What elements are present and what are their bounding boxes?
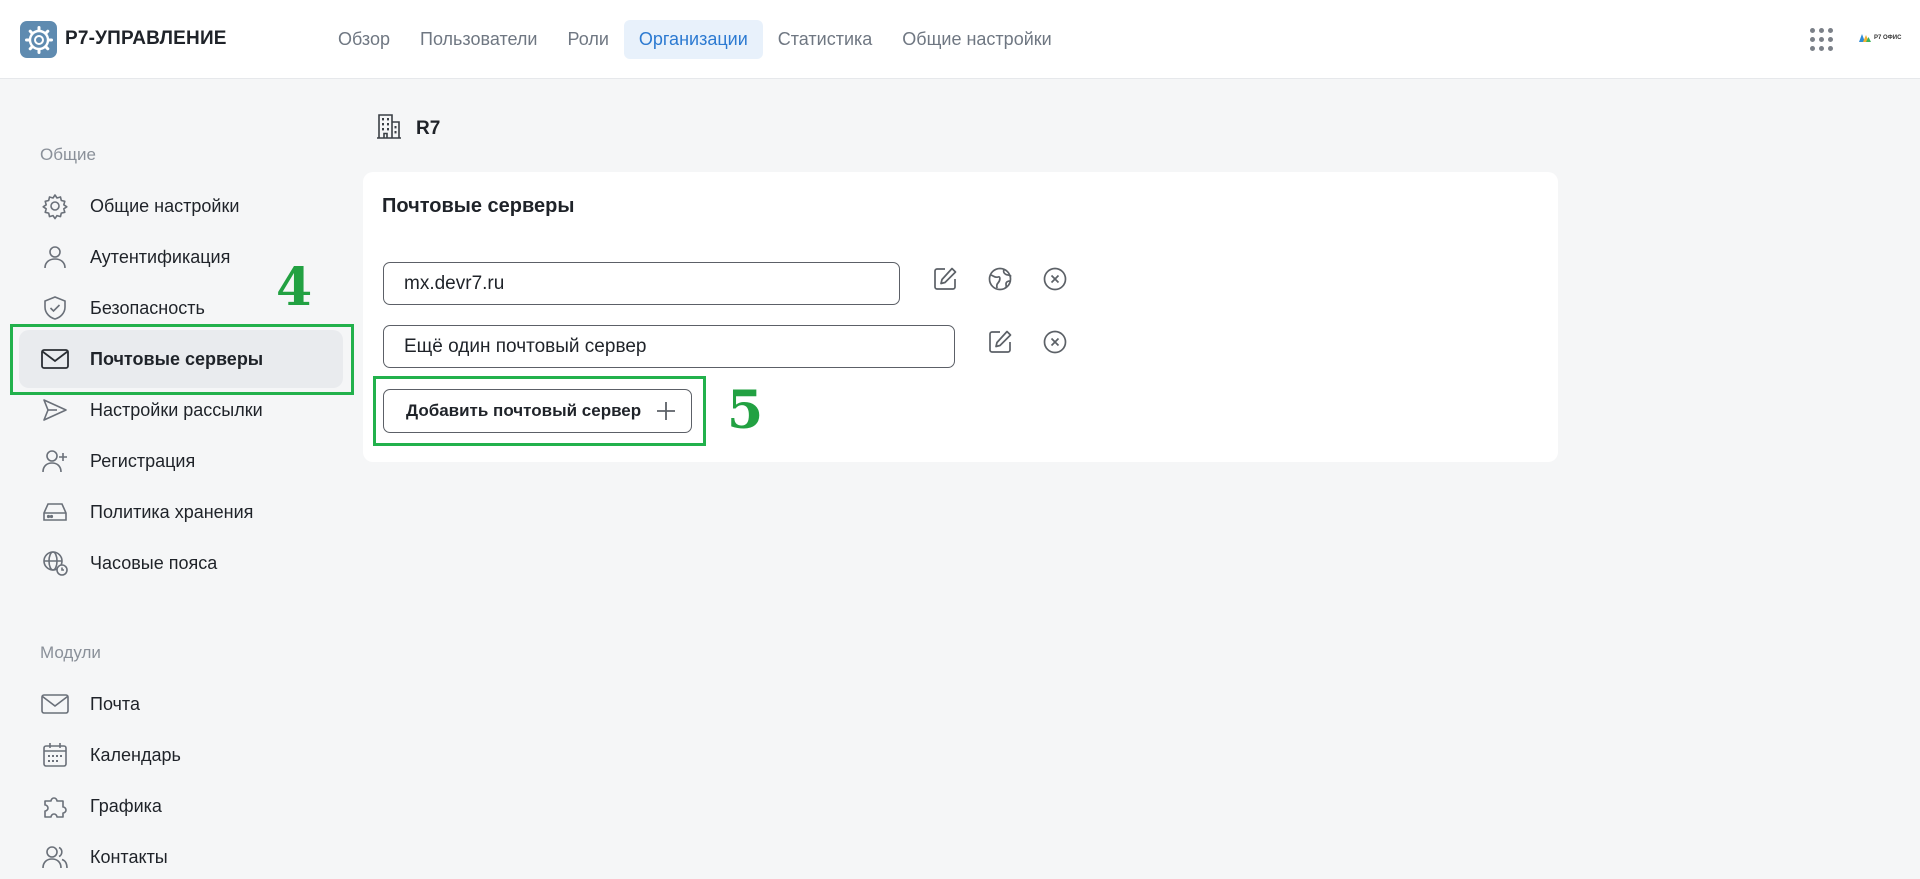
sidebar-item-graphics[interactable]: Графика <box>19 777 343 835</box>
edit-server-button[interactable] <box>930 264 960 294</box>
contacts-icon <box>40 842 70 872</box>
sidebar-item-label: Безопасность <box>90 297 205 318</box>
storage-icon <box>40 497 70 527</box>
sidebar-item-calendar[interactable]: Календарь <box>19 726 343 784</box>
annotation-marker-5: 5 <box>727 380 764 441</box>
card-title: Почтовые серверы <box>382 195 575 217</box>
shield-icon <box>40 293 70 323</box>
building-icon <box>376 112 402 145</box>
sidebar-item-label: Почта <box>90 693 140 714</box>
sidebar-item-label: Графика <box>90 795 162 816</box>
sidebar-item-label: Календарь <box>90 744 181 765</box>
globe-clock-icon <box>40 548 70 578</box>
sidebar-item-mail[interactable]: Почта <box>19 675 343 733</box>
sidebar-item-label: Аутентификация <box>90 246 231 267</box>
vendor-logo-text: Р7 ОФИС <box>1874 35 1902 41</box>
sidebar-item-general-settings[interactable]: Общие настройки <box>19 177 343 235</box>
mail-server-field-1[interactable]: mx.devr7.ru <box>383 262 900 305</box>
sidebar-item-registration[interactable]: Регистрация <box>19 432 343 490</box>
annotation-marker-4: 4 <box>276 257 313 318</box>
top-header: Р7-УПРАВЛЕНИЕ Обзор Пользователи Роли Ор… <box>0 0 1920 79</box>
annotation-box-5 <box>373 376 706 446</box>
server-status-button[interactable] <box>985 264 1015 294</box>
remove-server-button[interactable] <box>1040 264 1070 294</box>
close-circle-icon <box>1043 330 1067 354</box>
sidebar-item-label: Контакты <box>90 846 168 867</box>
vendor-logo-icon <box>1859 34 1871 42</box>
sidebar-item-label: Регистрация <box>90 450 196 471</box>
nav-overview[interactable]: Обзор <box>323 20 405 59</box>
top-nav: Обзор Пользователи Роли Организации Стат… <box>323 20 1067 59</box>
sidebar-item-storage-policy[interactable]: Политика хранения <box>19 483 343 541</box>
sidebar-item-timezones[interactable]: Часовые пояса <box>19 534 343 592</box>
nav-roles[interactable]: Роли <box>552 20 623 59</box>
nav-organizations[interactable]: Организации <box>623 20 763 59</box>
sidebar-item-label: Общие настройки <box>90 195 240 216</box>
envelope-icon <box>40 689 70 719</box>
gear-icon <box>40 191 70 221</box>
mail-server-field-2[interactable]: Ещё один почтовый сервер <box>383 325 955 368</box>
app-logo-icon[interactable] <box>20 21 57 58</box>
sidebar-item-label: Политика хранения <box>90 501 254 522</box>
annotation-box-4 <box>10 324 354 395</box>
calendar-icon <box>40 740 70 770</box>
puzzle-icon <box>40 791 70 821</box>
nav-statistics[interactable]: Статистика <box>763 20 888 59</box>
organization-header: R7 <box>376 112 440 145</box>
user-icon <box>40 242 70 272</box>
app-brand-title: Р7-УПРАВЛЕНИЕ <box>65 28 227 49</box>
sidebar-item-label: Часовые пояса <box>90 552 218 573</box>
close-circle-icon <box>1043 267 1067 291</box>
edit-icon <box>934 267 957 290</box>
edit-server-button[interactable] <box>985 327 1015 357</box>
sidebar-item-contacts[interactable]: Контакты <box>19 828 343 879</box>
nav-general-settings[interactable]: Общие настройки <box>887 20 1066 59</box>
sidebar-section-general: Общие <box>40 145 96 164</box>
send-icon <box>40 395 70 425</box>
globe-icon <box>988 267 1012 291</box>
vendor-logo[interactable]: Р7 ОФИС <box>1859 34 1901 42</box>
remove-server-button[interactable] <box>1040 327 1070 357</box>
user-plus-icon <box>40 446 70 476</box>
organization-name: R7 <box>416 117 441 139</box>
sidebar-section-modules: Модули <box>40 643 101 662</box>
edit-icon <box>989 330 1012 353</box>
nav-users[interactable]: Пользователи <box>405 20 552 59</box>
sidebar-item-label: Настройки рассылки <box>90 399 263 420</box>
apps-grid-icon[interactable] <box>1810 28 1833 51</box>
